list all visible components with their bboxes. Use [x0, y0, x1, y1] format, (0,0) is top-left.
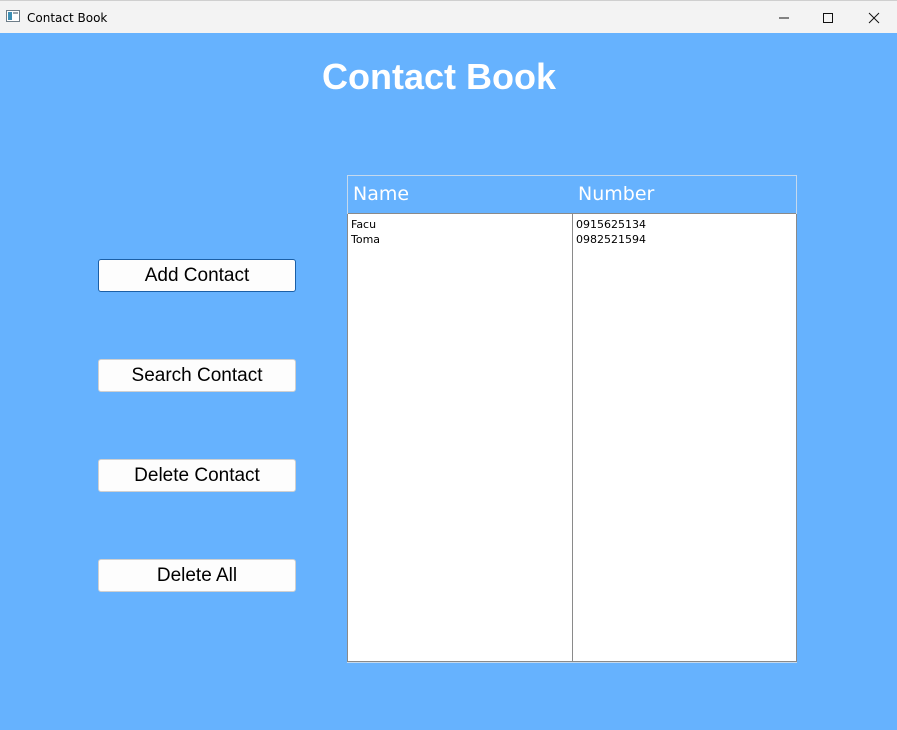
page-title: Contact Book [322, 56, 556, 97]
contacts-table[interactable]: Name Number Facu Toma 0915625134 0982521… [347, 175, 797, 663]
window-title: Contact Book [27, 11, 108, 25]
table-row-number[interactable]: 0982521594 [573, 232, 796, 247]
maximize-button[interactable] [805, 1, 851, 34]
minimize-button[interactable] [761, 1, 807, 34]
app-icon [6, 10, 20, 22]
title-bar[interactable]: Contact Book [0, 0, 897, 33]
main-content: Contact Book Add Contact Search Contact … [0, 33, 897, 730]
minimize-icon [779, 17, 789, 18]
delete-contact-button[interactable]: Delete Contact [98, 459, 296, 492]
table-row-number[interactable]: 0915625134 [573, 217, 796, 232]
search-contact-button[interactable]: Search Contact [98, 359, 296, 392]
add-contact-button[interactable]: Add Contact [98, 259, 296, 292]
maximize-icon [823, 12, 833, 23]
column-header-name[interactable]: Name [348, 176, 573, 213]
contact-book-window: Contact Book Contact Book Add Contact Se… [0, 0, 897, 730]
delete-all-button[interactable]: Delete All [98, 559, 296, 592]
column-header-number[interactable]: Number [573, 176, 796, 213]
table-row-name[interactable]: Facu [348, 217, 572, 232]
table-row-name[interactable]: Toma [348, 232, 572, 247]
name-column: Facu Toma [347, 214, 573, 662]
table-header: Name Number [348, 176, 796, 214]
number-column: 0915625134 0982521594 [572, 214, 797, 662]
close-icon [868, 12, 880, 23]
close-button[interactable] [851, 1, 897, 34]
